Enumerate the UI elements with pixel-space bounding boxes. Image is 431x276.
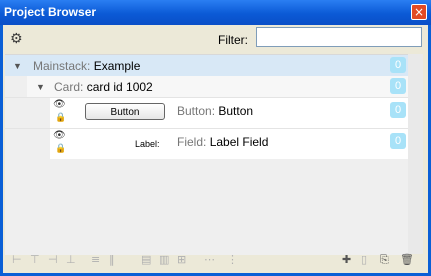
more-icon[interactable]: ⋯ (204, 253, 215, 266)
gear-icon[interactable]: ⚙ (10, 31, 23, 47)
tree-row-mainstack[interactable]: ▼ Mainstack: Example 0 (5, 55, 408, 76)
copy-icon[interactable]: ▯ (361, 253, 367, 266)
same-height-icon[interactable]: ▤ (141, 253, 151, 266)
bottom-toolbar: ⊢ ⊤ ⊣ ⊥ ≡ ‖ ▤ ▥ ⊞ ⋯ ⋮ ✚ ▯ ⎘ 🗑 (3, 249, 428, 271)
object-type: Button: (177, 104, 216, 118)
object-count-badge: 0 (390, 102, 406, 118)
window-title: Project Browser (4, 5, 97, 19)
project-tree: ▼ Mainstack: Example 0 ▼ Card: card id 1… (5, 54, 408, 255)
object-name: Label Field (209, 135, 269, 149)
button-thumbnail: Button (85, 103, 165, 120)
filter-label: Filter: (218, 33, 248, 47)
tree-row-object[interactable]: 👁 🔒 Label: Field: Label Field 0 (5, 128, 408, 159)
close-button[interactable]: × (411, 4, 427, 20)
align-top-icon[interactable]: ⊤ (30, 253, 40, 266)
card-type: Card: (54, 80, 84, 94)
paste-icon[interactable]: ⎘ (380, 253, 389, 267)
card-count-badge: 0 (390, 78, 406, 94)
mainstack-type: Mainstack: (33, 59, 91, 73)
object-count-badge: 0 (390, 133, 406, 149)
align-bottom-icon[interactable]: ⊥ (66, 253, 76, 266)
vertical-scrollbar[interactable] (408, 54, 423, 254)
title-bar[interactable]: Project Browser × (0, 0, 431, 25)
mainstack-count-badge: 0 (390, 57, 406, 73)
mainstack-name: Example (93, 59, 141, 73)
filter-input[interactable] (256, 27, 422, 47)
expand-triangle-icon[interactable]: ▼ (13, 61, 22, 71)
align-left-icon[interactable]: ⊢ (12, 253, 22, 266)
lock-icon[interactable]: 🔒 (55, 112, 66, 123)
distribute-vertical-icon[interactable]: ≡ (91, 253, 100, 266)
tree-row-card[interactable]: ▼ Card: card id 1002 0 (5, 76, 408, 97)
lock-icon[interactable]: 🔒 (55, 143, 66, 154)
project-browser-window: Project Browser × ⚙ Filter: ▼ Mainstack:… (0, 0, 431, 276)
visibility-eye-icon[interactable]: 👁 (53, 99, 66, 110)
distribute-horizontal-icon[interactable]: ‖ (109, 253, 115, 266)
label-field-thumbnail: Label: (135, 139, 160, 149)
card-name: card id 1002 (86, 80, 153, 94)
new-card-icon[interactable]: ✚ (342, 253, 351, 266)
window-content: ⚙ Filter: ▼ Mainstack: Example 0 ▼ Card:… (3, 25, 428, 273)
object-name: Button (218, 104, 254, 118)
center-icon[interactable]: ⊞ (177, 253, 186, 266)
visibility-eye-icon[interactable]: 👁 (53, 130, 66, 141)
align-right-icon[interactable]: ⊣ (48, 253, 58, 266)
resize-icon[interactable]: ⋮ (227, 253, 238, 266)
delete-icon[interactable]: 🗑 (400, 253, 414, 266)
same-width-icon[interactable]: ▥ (159, 253, 169, 266)
expand-triangle-icon[interactable]: ▼ (36, 82, 45, 92)
object-type: Field: (177, 135, 207, 149)
tree-row-object[interactable]: 👁 🔒 Button Button: Button 0 (5, 97, 408, 128)
